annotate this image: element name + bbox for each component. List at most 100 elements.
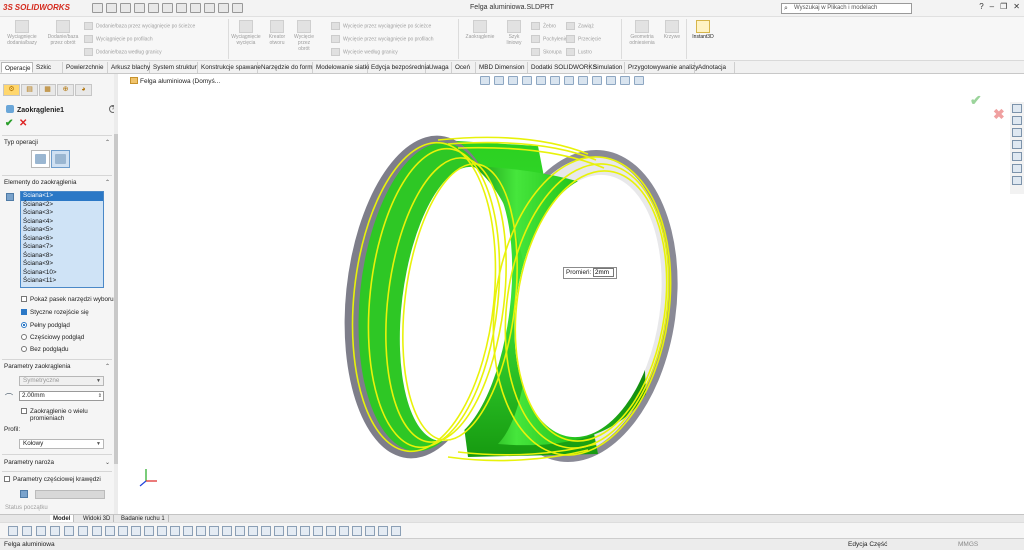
operation-type-header[interactable]: Typ operacji ⌃ xyxy=(4,139,110,146)
tab-2[interactable]: Powierzchnie xyxy=(63,62,108,73)
restore-icon[interactable]: ❐ xyxy=(1000,2,1007,11)
ok-button[interactable]: ✔ xyxy=(5,118,13,129)
selection-filter-icon[interactable] xyxy=(144,526,154,536)
boundary-boss-button[interactable]: Dodanie/baza według granicy xyxy=(84,48,162,56)
tab-8[interactable]: Edycja bezpośrednia xyxy=(368,62,429,73)
face-list-item[interactable]: Ściana<10> xyxy=(21,269,103,278)
tab-0[interactable]: Operacje xyxy=(1,62,33,73)
revolve-cut-button[interactable]: Wycięcie przez obrót xyxy=(293,20,315,52)
tab-12[interactable]: Dodatki SOLIDWORKS xyxy=(528,62,597,73)
rim-model[interactable] xyxy=(118,74,1010,514)
curves-button[interactable]: Krzywe xyxy=(661,20,683,40)
face-list-item[interactable]: Ściana<9> xyxy=(21,260,103,269)
tab-6[interactable]: Narzędzie do form xyxy=(258,62,313,73)
extrude-cut-button[interactable]: Wyciągnięcie wycięcia xyxy=(230,20,262,46)
selection-filter-icon[interactable] xyxy=(352,526,362,536)
selection-filter-icon[interactable] xyxy=(157,526,167,536)
selection-filter-icon[interactable] xyxy=(339,526,349,536)
selection-filter-icon[interactable] xyxy=(170,526,180,536)
tab-5[interactable]: Konstrukcje spawane xyxy=(198,62,261,73)
selection-filter-icon[interactable] xyxy=(365,526,375,536)
tab-3[interactable]: Arkusz blachy xyxy=(108,62,150,73)
show-selection-toolbar-checkbox[interactable]: Pokaż pasek narzędzi wyboru xyxy=(21,296,114,303)
face-list-item[interactable]: Ściana<6> xyxy=(21,235,103,244)
face-list-item[interactable]: Ściana<7> xyxy=(21,243,103,252)
radius-callout[interactable]: Promień: xyxy=(563,267,617,279)
close-icon[interactable]: ✕ xyxy=(1013,2,1020,11)
items-to-fillet-header[interactable]: Elementy do zaokrąglenia ⌃ xyxy=(4,179,110,186)
tab-9[interactable]: Uwaga xyxy=(426,62,452,73)
forum-icon[interactable] xyxy=(1012,176,1022,185)
face-list-item[interactable]: Ściana<1> xyxy=(21,192,103,201)
sweep-cut-button[interactable]: Wycięcie przez wyciągnięcie po ścieżce xyxy=(331,22,431,30)
chevron-up-icon[interactable]: ⌃ xyxy=(105,363,110,370)
selection-filter-icon[interactable] xyxy=(235,526,245,536)
custom-properties-icon[interactable] xyxy=(1012,164,1022,173)
radio-selected[interactable] xyxy=(21,322,27,328)
selection-filter-icon[interactable] xyxy=(300,526,310,536)
revolve-boss-button[interactable]: Dodanie/baza przez obrót xyxy=(45,20,81,46)
graphics-area[interactable]: Felga aluminiowa (Domyś... ✔ ✖ Promień: … xyxy=(118,74,1010,514)
help-question-icon[interactable]: ? xyxy=(979,2,983,11)
linear-pattern-button[interactable]: Szyk liniowy xyxy=(501,20,527,46)
hole-wizard-button[interactable]: Kreator otworu xyxy=(265,20,289,46)
selection-filter-icon[interactable] xyxy=(326,526,336,536)
tab-11[interactable]: MBD Dimension xyxy=(476,62,528,73)
face-list-item[interactable]: Ściana<11> xyxy=(21,277,103,286)
no-preview-radio[interactable]: Bez podglądu xyxy=(21,346,69,353)
loft-boss-button[interactable]: Wyciągnięcie po profilach xyxy=(84,35,153,43)
cancel-button[interactable]: ✕ xyxy=(19,118,27,129)
search-input[interactable]: ⌕ Wyszukaj w Plikach i modelach xyxy=(781,3,912,14)
instant3d-button[interactable]: Instant3D xyxy=(688,20,718,40)
property-manager-tab-icon[interactable]: ▤ xyxy=(21,84,38,96)
loft-cut-button[interactable]: Wycięcie przez wyciągnięcie po profilach xyxy=(331,35,434,43)
chevron-up-icon[interactable]: ⌃ xyxy=(105,139,110,146)
selection-filter-icon[interactable] xyxy=(248,526,258,536)
mirror-button[interactable]: Lustro xyxy=(566,48,592,56)
design-library-icon[interactable] xyxy=(1012,116,1022,125)
face-list-item[interactable]: Ściana<2> xyxy=(21,201,103,210)
full-preview-radio[interactable]: Pełny podgląd xyxy=(21,322,70,329)
fillet-parameters-header[interactable]: Parametry zaokrąglenia ⌃ xyxy=(4,363,110,370)
rib-button[interactable]: Żebro xyxy=(531,22,556,30)
chevron-up-icon[interactable]: ⌃ xyxy=(105,179,110,186)
face-list-item[interactable]: Ściana<8> xyxy=(21,252,103,261)
checkbox-unchecked[interactable] xyxy=(21,408,27,414)
checkbox-unchecked[interactable] xyxy=(4,476,10,482)
selection-filter-icon[interactable] xyxy=(196,526,206,536)
selection-filter-icon[interactable] xyxy=(183,526,193,536)
feature-manager-tab-icon[interactable]: ⚙ xyxy=(3,84,20,96)
shell-button[interactable]: Skorupa xyxy=(531,48,562,56)
display-manager-tab-icon[interactable]: ◕ xyxy=(75,84,92,96)
tab-13[interactable]: Simulation xyxy=(590,62,625,73)
dimxpert-tab-icon[interactable]: ⊕ xyxy=(57,84,74,96)
selection-filter-icon[interactable] xyxy=(105,526,115,536)
face-selection-list[interactable]: Ściana<1> Ściana<2> Ściana<3> Ściana<4> Ścia… xyxy=(20,191,104,288)
intersect-button[interactable]: Przecięcie xyxy=(566,35,601,43)
selection-filter-icon[interactable] xyxy=(261,526,271,536)
face-fillet-option[interactable] xyxy=(51,150,70,168)
appearances-icon[interactable] xyxy=(1012,152,1022,161)
selection-filter-icon[interactable] xyxy=(36,526,46,536)
face-list-item[interactable]: Ściana<4> xyxy=(21,218,103,227)
checkbox-unchecked[interactable] xyxy=(21,296,27,302)
selection-filter-icon[interactable] xyxy=(287,526,297,536)
selection-filter-icon[interactable] xyxy=(391,526,401,536)
tab-7[interactable]: Modelowanie siatki xyxy=(313,62,369,73)
boundary-cut-button[interactable]: Wycięcie według granicy xyxy=(331,48,398,56)
partial-preview-radio[interactable]: Częściowy podgląd xyxy=(21,334,84,341)
minimize-icon[interactable]: – xyxy=(990,2,994,11)
configuration-manager-tab-icon[interactable]: ▦ xyxy=(39,84,56,96)
radius-input[interactable]: 2.00mm ⇕ xyxy=(19,391,104,401)
chevron-down-icon[interactable]: ⌄ xyxy=(105,459,110,466)
selection-filter-icon[interactable] xyxy=(118,526,128,536)
partial-edge-checkbox[interactable]: Parametry częściowej krawędzi xyxy=(4,476,101,483)
tab-1[interactable]: Szkic xyxy=(33,62,63,73)
reference-geometry-button[interactable]: Geometria odniesienia xyxy=(624,20,660,46)
solidworks-resources-icon[interactable] xyxy=(1012,104,1022,113)
face-list-item[interactable]: Ściana<5> xyxy=(21,226,103,235)
multi-radius-checkbox[interactable] xyxy=(21,408,30,415)
selection-filter-icon[interactable] xyxy=(222,526,232,536)
selection-filter-icon[interactable] xyxy=(378,526,388,536)
selection-filter-icon[interactable] xyxy=(92,526,102,536)
